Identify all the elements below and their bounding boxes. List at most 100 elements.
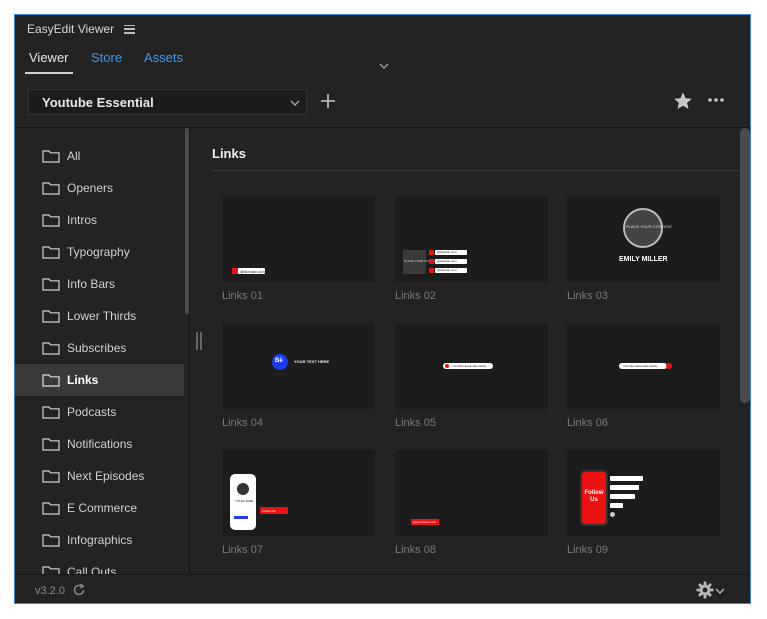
content-scrollbar[interactable] — [740, 128, 750, 403]
thumb-text: Bē — [275, 358, 283, 364]
version-label: v3.2.0 — [35, 585, 65, 597]
app-title: EasyEdit Viewer — [27, 22, 115, 36]
thumb-text: EMILY MILLER — [619, 256, 668, 263]
sidebar-item-label: Podcasts — [67, 405, 117, 419]
sidebar-item-intros[interactable]: Intros — [15, 204, 184, 236]
sidebar-item-subscribes[interactable]: Subscribes — [15, 332, 184, 364]
sidebar-item-label: Notifications — [67, 437, 133, 451]
asset-label: Links 06 — [567, 417, 608, 429]
asset-label: Links 05 — [395, 417, 436, 429]
asset-grid-panel: Links @domain.com Links 01 PLACE YOUR CO… — [190, 128, 739, 574]
sidebar-item-lower-thirds[interactable]: Lower Thirds — [15, 300, 184, 332]
asset-card-links-03[interactable]: PLACE YOUR CONTENT EMILY MILLER Links 03 — [567, 196, 720, 302]
sidebar-item-all[interactable]: All — [15, 140, 184, 172]
sidebar-item-notifications[interactable]: Notifications — [15, 428, 184, 460]
category-sidebar: All Openers Intros Typography Info Bars … — [15, 128, 184, 574]
folder-icon — [42, 246, 60, 259]
sidebar-item-label: Links — [67, 373, 99, 387]
hamburger-menu-icon[interactable] — [124, 24, 136, 34]
asset-label: Links 09 — [567, 544, 608, 556]
asset-thumbnail: @domain.com — [222, 196, 375, 282]
asset-label: Links 01 — [222, 290, 263, 302]
thumb-text: Follow Us — [584, 490, 604, 503]
thumb-text: @linkedin.com — [437, 268, 457, 273]
thumb-text: @linkedin.com — [437, 250, 457, 255]
add-collection-plus-icon[interactable] — [320, 93, 336, 109]
badge-red — [429, 259, 434, 264]
sidebar-item-links[interactable]: Links — [15, 364, 184, 396]
sidebar-item-e-commerce[interactable]: E Commerce — [15, 492, 184, 524]
asset-thumbnail: PLACE YOUR CONTENT EMILY MILLER — [567, 196, 720, 282]
asset-card-links-02[interactable]: PLACE YOUR CONTENT @linkedin.com @linked… — [395, 196, 548, 302]
gear-icon[interactable] — [696, 581, 714, 599]
asset-card-links-05[interactable]: YouTube Essential Library Links 05 — [395, 323, 548, 429]
folder-icon — [42, 406, 60, 419]
asset-thumbnail: Bē YOUR TEXT HERE — [222, 323, 375, 409]
folder-icon — [42, 566, 60, 574]
folder-icon — [42, 374, 60, 387]
collection-select-value: Youtube Essential — [42, 94, 154, 110]
tab-assets[interactable]: Assets — [144, 50, 183, 65]
folder-icon — [42, 150, 60, 163]
thumb-text: PLACE YOUR CONTENT — [626, 224, 673, 229]
phone-button — [234, 516, 248, 519]
sidebar-item-label: All — [67, 149, 81, 163]
sidebar-item-call-outs[interactable]: Call Outs — [15, 556, 184, 574]
thumb-text: YOUR TEXT HERE — [294, 359, 330, 364]
tab-viewer-label: Viewer — [29, 50, 69, 65]
asset-card-links-01[interactable]: @domain.com Links 01 — [222, 196, 375, 302]
asset-label: Links 07 — [222, 544, 263, 556]
sidebar-item-openers[interactable]: Openers — [15, 172, 184, 204]
tab-viewer[interactable]: Viewer — [25, 50, 73, 74]
thumb-text: Follow Me — [262, 508, 276, 513]
active-tab-indicator — [25, 72, 73, 74]
asset-card-links-08[interactable]: @yourname.com Links 08 — [395, 450, 548, 556]
chevron-down-icon[interactable] — [715, 586, 725, 596]
thumb-text: YOUR NAME — [235, 499, 254, 503]
sidebar-item-label: Subscribes — [67, 341, 127, 355]
footer-bar: v3.2.0 — [15, 574, 750, 603]
sidebar-item-label: Info Bars — [67, 277, 116, 291]
asset-label: Links 08 — [395, 544, 436, 556]
asset-card-links-06[interactable]: YouTube Essential Library Links 06 — [567, 323, 720, 429]
sidebar-item-label: Lower Thirds — [67, 309, 137, 323]
asset-thumbnail: PLACE YOUR CONTENT @linkedin.com @linked… — [395, 196, 548, 282]
chevron-down-icon[interactable] — [378, 60, 390, 72]
asset-card-links-07[interactable]: YOUR NAME Follow Me Links 07 — [222, 450, 375, 556]
asset-label: Links 04 — [222, 417, 263, 429]
collection-select[interactable]: Youtube Essential — [28, 89, 307, 115]
asset-card-links-09[interactable]: Follow Us Links 09 — [567, 450, 720, 556]
section-title: Links — [212, 146, 246, 161]
folder-icon — [42, 278, 60, 291]
app-window: EasyEdit Viewer Viewer Store Assets Yout… — [14, 14, 751, 604]
folder-icon — [42, 534, 60, 547]
chevron-down-icon — [290, 100, 300, 106]
more-options-icon[interactable] — [707, 97, 725, 103]
asset-thumbnail: YouTube Essential Library — [395, 323, 548, 409]
section-divider — [212, 170, 739, 171]
folder-icon — [42, 342, 60, 355]
tab-store[interactable]: Store — [91, 50, 122, 65]
asset-thumbnail: Follow Us — [567, 450, 720, 536]
asset-card-links-04[interactable]: Bē YOUR TEXT HERE Links 04 — [222, 323, 375, 429]
sidebar-item-label: E Commerce — [67, 501, 138, 515]
link-pill — [610, 503, 623, 508]
link-pill — [610, 494, 635, 499]
sidebar-item-info-bars[interactable]: Info Bars — [15, 268, 184, 300]
refresh-icon[interactable] — [72, 583, 86, 597]
folder-icon — [42, 438, 60, 451]
folder-icon — [42, 502, 60, 515]
sidebar-item-typography[interactable]: Typography — [15, 236, 184, 268]
sidebar-item-podcasts[interactable]: Podcasts — [15, 396, 184, 428]
sidebar-item-label: Infographics — [67, 533, 133, 547]
avatar — [237, 483, 249, 495]
asset-thumbnail: YouTube Essential Library — [567, 323, 720, 409]
folder-icon — [42, 214, 60, 227]
sidebar-item-next-episodes[interactable]: Next Episodes — [15, 460, 184, 492]
sidebar-item-label: Typography — [67, 245, 130, 259]
dot — [610, 512, 615, 517]
sidebar-item-infographics[interactable]: Infographics — [15, 524, 184, 556]
folder-icon — [42, 310, 60, 323]
favorite-star-icon[interactable] — [673, 91, 693, 111]
asset-label: Links 03 — [567, 290, 608, 302]
